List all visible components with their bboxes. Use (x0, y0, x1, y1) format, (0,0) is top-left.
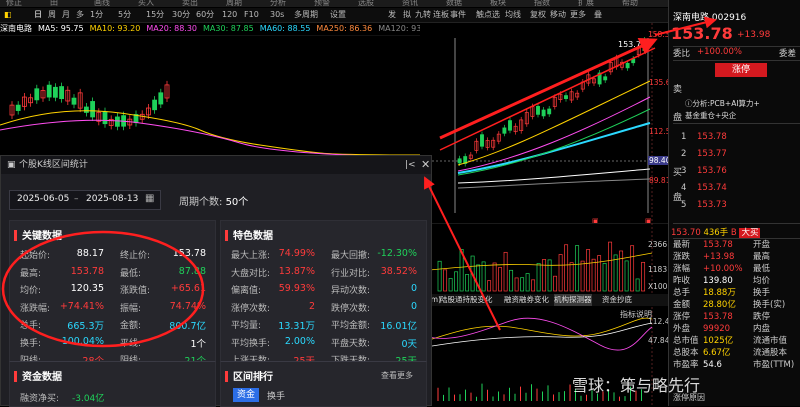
annotation-arrow (439, 38, 658, 140)
annotation-arrow (424, 176, 501, 331)
annotation-overlay (1, 16, 717, 348)
annotation-arrow (654, 16, 717, 36)
annotation-trend-line (439, 47, 656, 151)
annotation-circle (1, 230, 205, 348)
watermark: 雪球：策与略先行 (572, 376, 701, 395)
